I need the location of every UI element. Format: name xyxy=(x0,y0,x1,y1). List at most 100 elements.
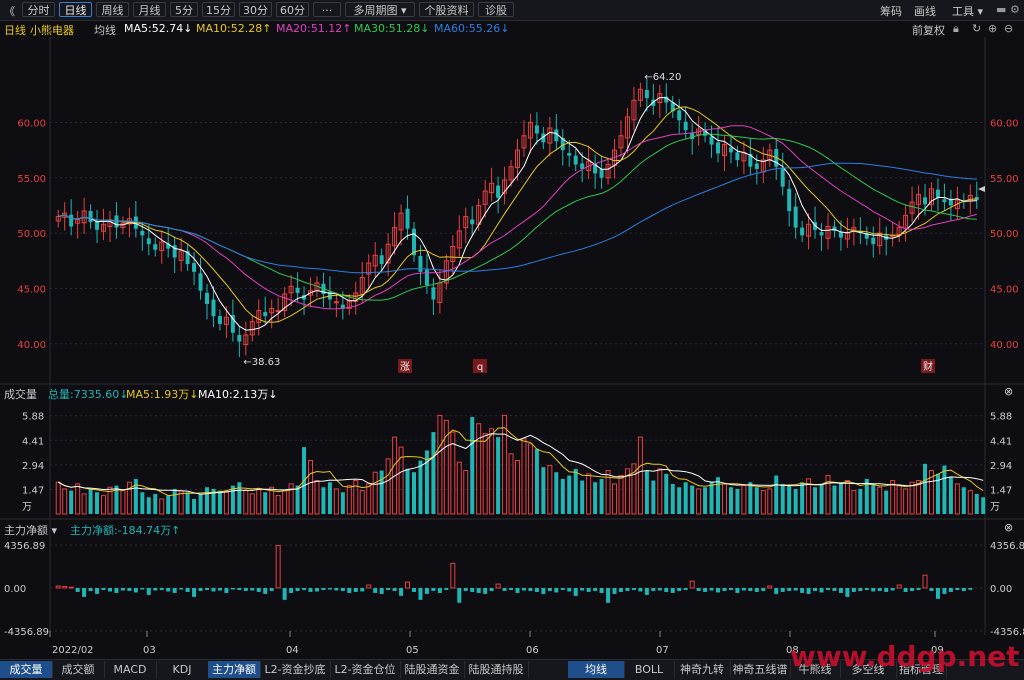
volume-bar-up xyxy=(456,461,462,515)
indicator-tab-8[interactable]: 陆股通持股 xyxy=(464,661,529,678)
chip-button[interactable]: 筹码 xyxy=(880,3,902,19)
lock-icon[interactable]: 🔒︎ xyxy=(953,22,959,36)
net-bar-out xyxy=(858,588,863,591)
candle-body-down xyxy=(431,287,436,300)
net-bar-out xyxy=(864,588,869,590)
indicator-tab-5[interactable]: L2-资金抄底 xyxy=(260,661,331,678)
watermark: www.ddgp.net xyxy=(790,640,1020,673)
net-bar-out xyxy=(431,588,436,591)
volume-bar-up xyxy=(75,483,81,515)
period-button-9[interactable]: 多周期图 ▾ xyxy=(345,2,415,17)
close-net-icon[interactable]: ⊗ xyxy=(1004,521,1013,534)
overlay-tab-3[interactable]: 神奇五线谱 xyxy=(730,661,791,678)
net-bar-in xyxy=(767,585,773,589)
volume-bar-down xyxy=(793,488,798,514)
period-button-1[interactable]: 日线 xyxy=(59,2,92,17)
net-bar-out xyxy=(88,588,93,591)
volume-bar-up xyxy=(721,483,727,515)
net-bar-out xyxy=(935,588,940,599)
volume-bar-down xyxy=(69,490,74,514)
indicator-tab-6[interactable]: L2-资金仓位 xyxy=(330,661,401,678)
net-bar-out xyxy=(521,588,526,591)
volume-bar-down xyxy=(664,473,669,514)
net-bar-out xyxy=(353,588,358,592)
ma-label[interactable]: 均线 xyxy=(94,22,116,38)
candle-body-down xyxy=(205,292,210,304)
period-button-0[interactable]: 分时 xyxy=(22,2,55,17)
overlay-tab-0[interactable]: 均线 xyxy=(568,661,625,678)
net-bar-out xyxy=(890,588,895,591)
period-button-7[interactable]: 60分 xyxy=(276,2,309,17)
net-bar-out xyxy=(308,588,313,592)
volume-bar-down xyxy=(573,468,578,514)
zoom-in-icon[interactable]: ⊕ xyxy=(988,22,997,35)
settings-gear-icon[interactable]: ⚙ xyxy=(1010,3,1020,16)
volume-bar-up xyxy=(372,471,378,515)
net-bar-out xyxy=(243,588,248,591)
high-price-label: ←64.20 xyxy=(644,72,681,83)
net-bar-out xyxy=(347,588,352,593)
volume-bar-up xyxy=(288,483,294,515)
indicator-tab-1[interactable]: 成交额 xyxy=(52,661,105,678)
net-bar-out xyxy=(205,588,210,590)
net-bar-out xyxy=(107,588,112,592)
volume-tick-left: 1.47 xyxy=(22,485,44,496)
net-bar-out xyxy=(82,588,87,597)
minimize-icon[interactable]: ▬ xyxy=(996,3,1006,16)
net-flow-title[interactable]: 主力净额 ▾ xyxy=(4,522,57,538)
indicator-tab-0[interactable]: 成交量 xyxy=(0,661,53,678)
overlay-tab-2[interactable]: 神奇九转 xyxy=(674,661,731,678)
candle-body-down xyxy=(418,256,423,272)
volume-ma10: MA10:2.13万↓ xyxy=(198,388,278,401)
candle-body-down xyxy=(534,125,539,134)
volume-bar-down xyxy=(961,487,966,514)
candle-body-down xyxy=(405,208,410,229)
indicator-tab-2[interactable]: MACD xyxy=(104,661,157,678)
period-button-11[interactable]: 诊股 xyxy=(478,2,514,17)
volume-bar-down xyxy=(140,492,145,514)
volume-bar-up xyxy=(514,460,521,515)
volume-bar-down xyxy=(295,485,300,514)
close-volume-icon[interactable]: ⊗ xyxy=(1004,385,1013,398)
indicator-tab-4[interactable]: 主力净额 xyxy=(208,661,261,678)
period-button-3[interactable]: 月线 xyxy=(133,2,166,17)
back-button[interactable]: 《 xyxy=(4,3,15,19)
volume-bar-up xyxy=(256,488,262,515)
indicator-tab-3[interactable]: KDJ xyxy=(156,661,209,678)
period-button-2[interactable]: 周线 xyxy=(96,2,129,17)
net-bar-out xyxy=(528,588,533,591)
period-button-6[interactable]: 30分 xyxy=(239,2,272,17)
stock-chart[interactable]: 60.00 60.00 55.00 55.00 50.00 50.00 45.00 45.00… xyxy=(0,37,1024,659)
volume-bar-up xyxy=(508,453,514,515)
zoom-out-icon[interactable]: ⊖ xyxy=(1004,22,1013,35)
volume-bar-down xyxy=(153,493,158,514)
draw-line-button[interactable]: 画线 xyxy=(914,3,936,19)
candle-body-down xyxy=(379,255,384,265)
net-bar-out xyxy=(871,588,876,592)
period-button-8[interactable]: ··· xyxy=(313,2,341,17)
candle-body-down xyxy=(146,238,151,245)
volume-bar-down xyxy=(321,487,326,514)
net-bar-out xyxy=(580,588,585,591)
net-bar-out xyxy=(560,588,565,590)
volume-total: 总量:7335.60↓ xyxy=(48,388,129,401)
overlay-tab-1[interactable]: BOLL xyxy=(624,661,675,678)
net-bar-out xyxy=(547,588,552,591)
volume-bar-up xyxy=(877,486,883,515)
volume-bar-up xyxy=(81,493,87,515)
ma60-value: MA60:55.26↓ xyxy=(434,22,510,35)
volume-bar-down xyxy=(923,463,928,514)
net-bar-out xyxy=(360,588,365,592)
fuquan-toggle[interactable]: 前复权 xyxy=(912,22,945,38)
tools-menu[interactable]: 工具 ▾ xyxy=(952,3,983,19)
period-button-4[interactable]: 5分 xyxy=(170,2,198,17)
net-bar-out xyxy=(114,588,119,593)
period-button-5[interactable]: 15分 xyxy=(202,2,235,17)
period-button-10[interactable]: 个股资料 xyxy=(419,2,474,17)
indicator-tab-7[interactable]: 陆股通资金 xyxy=(400,661,465,678)
price-tick-left: 55.00 xyxy=(17,174,46,185)
net-bar-in xyxy=(366,584,372,589)
net-bar-out xyxy=(424,588,429,594)
candle-body-down xyxy=(677,110,682,121)
refresh-icon[interactable]: ↻ xyxy=(972,22,981,35)
